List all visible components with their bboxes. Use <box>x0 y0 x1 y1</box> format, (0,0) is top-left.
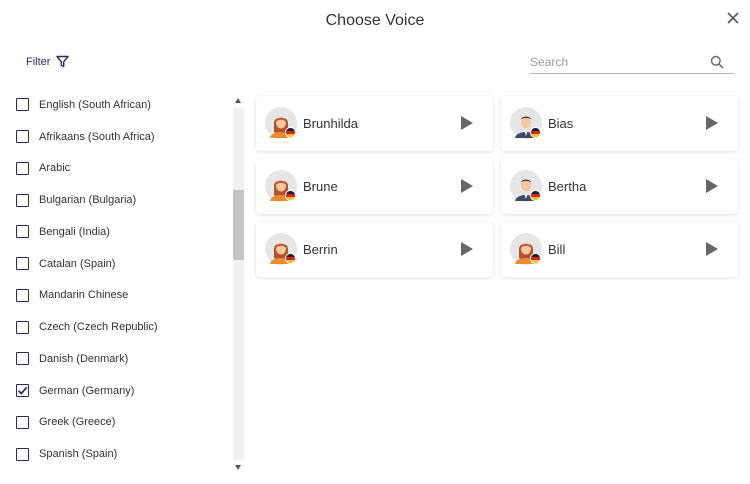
play-icon[interactable] <box>706 179 718 193</box>
language-option[interactable]: Swedish (Sweden) <box>16 470 230 472</box>
checkbox[interactable] <box>16 352 29 366</box>
language-list: English (South African) Afrikaans (South … <box>16 94 230 472</box>
voice-card[interactable]: Brune <box>256 159 493 214</box>
play-icon[interactable] <box>461 179 473 193</box>
close-button[interactable] <box>724 9 742 27</box>
german-flag-icon <box>530 127 541 138</box>
scroll-track[interactable] <box>233 108 244 460</box>
language-option[interactable]: Mandarin Chinese <box>16 280 230 312</box>
language-label: Bengali (India) <box>39 225 110 238</box>
language-label: Afrikaans (South Africa) <box>39 130 155 143</box>
language-filter-list: English (South African) Afrikaans (South … <box>0 94 244 472</box>
scroll-up-arrow-icon[interactable] <box>235 98 241 103</box>
voice-name: Brunhilda <box>303 116 358 131</box>
language-label: Arabic <box>39 162 71 175</box>
language-label: German (Germany) <box>39 384 135 397</box>
voice-name: Bertha <box>548 179 587 194</box>
german-flag-icon <box>530 253 541 264</box>
play-icon[interactable] <box>461 116 473 130</box>
language-option[interactable]: Spanish (Spain) <box>16 438 230 470</box>
checkbox[interactable] <box>16 415 29 429</box>
female-avatar-icon <box>265 170 297 202</box>
voice-name: Bias <box>548 116 574 131</box>
female-avatar-icon <box>510 233 542 265</box>
voice-card[interactable]: Brunhilda <box>256 96 493 151</box>
checkbox[interactable] <box>16 320 29 334</box>
checkbox-checked[interactable] <box>16 384 29 398</box>
language-option[interactable]: Afrikaans (South Africa) <box>16 121 230 153</box>
checkbox[interactable] <box>16 225 29 239</box>
female-avatar-icon <box>265 233 297 265</box>
german-flag-icon <box>285 127 296 138</box>
checkbox[interactable] <box>16 98 29 112</box>
dialog-title: Choose Voice <box>325 12 425 29</box>
play-icon[interactable] <box>706 116 718 130</box>
language-option[interactable]: Bulgarian (Bulgaria) <box>16 184 230 216</box>
language-list-scrollbar[interactable] <box>233 96 244 472</box>
language-option[interactable]: Czech (Czech Republic) <box>16 311 230 343</box>
checkbox[interactable] <box>16 130 29 144</box>
language-label: Spanish (Spain) <box>39 448 118 461</box>
voice-name: Brune <box>303 179 338 194</box>
language-option[interactable]: Danish (Denmark) <box>16 343 230 375</box>
german-flag-icon <box>285 253 296 264</box>
scroll-thumb[interactable] <box>233 190 244 260</box>
checkbox[interactable] <box>16 193 29 207</box>
female-avatar-icon <box>265 107 297 139</box>
language-label: Greek (Greece) <box>39 416 116 429</box>
checkbox[interactable] <box>16 447 29 461</box>
voice-grid: Brunhilda Bias Brune Bertha Berrin Bill <box>256 96 738 277</box>
scroll-down-arrow-icon[interactable] <box>235 465 241 470</box>
checkbox[interactable] <box>16 161 29 175</box>
funnel-icon <box>56 55 70 68</box>
language-option[interactable]: English (South African) <box>16 94 230 121</box>
language-option[interactable]: Arabic <box>16 153 230 185</box>
language-label: Catalan (Spain) <box>39 257 116 270</box>
search-icon[interactable] <box>710 55 724 69</box>
voice-card[interactable]: Bertha <box>501 159 738 214</box>
language-label: Danish (Denmark) <box>39 352 129 365</box>
checkbox[interactable] <box>16 257 29 271</box>
voice-name: Bill <box>548 242 566 257</box>
language-label: Bulgarian (Bulgaria) <box>39 194 137 207</box>
checkmark-icon <box>17 386 28 395</box>
voice-card[interactable]: Berrin <box>256 222 493 277</box>
filter-label: Filter <box>26 55 51 68</box>
play-icon[interactable] <box>461 242 473 256</box>
search-box <box>530 52 734 74</box>
german-flag-icon <box>530 190 541 201</box>
search-input[interactable] <box>530 52 706 72</box>
language-label: Mandarin Chinese <box>39 289 129 302</box>
play-icon[interactable] <box>706 242 718 256</box>
male-avatar-icon <box>510 107 542 139</box>
male-avatar-icon <box>510 170 542 202</box>
language-option[interactable]: Bengali (India) <box>16 216 230 248</box>
language-option[interactable]: Catalan (Spain) <box>16 248 230 280</box>
voice-card[interactable]: Bias <box>501 96 738 151</box>
language-option[interactable]: Greek (Greece) <box>16 407 230 439</box>
close-icon <box>727 12 739 24</box>
language-option[interactable]: German (Germany) <box>16 375 230 407</box>
filter-button[interactable]: Filter <box>26 55 70 68</box>
language-label: English (South African) <box>39 98 151 111</box>
voice-card[interactable]: Bill <box>501 222 738 277</box>
voice-name: Berrin <box>303 242 338 257</box>
german-flag-icon <box>285 190 296 201</box>
checkbox[interactable] <box>16 288 29 302</box>
language-label: Czech (Czech Republic) <box>39 321 158 334</box>
